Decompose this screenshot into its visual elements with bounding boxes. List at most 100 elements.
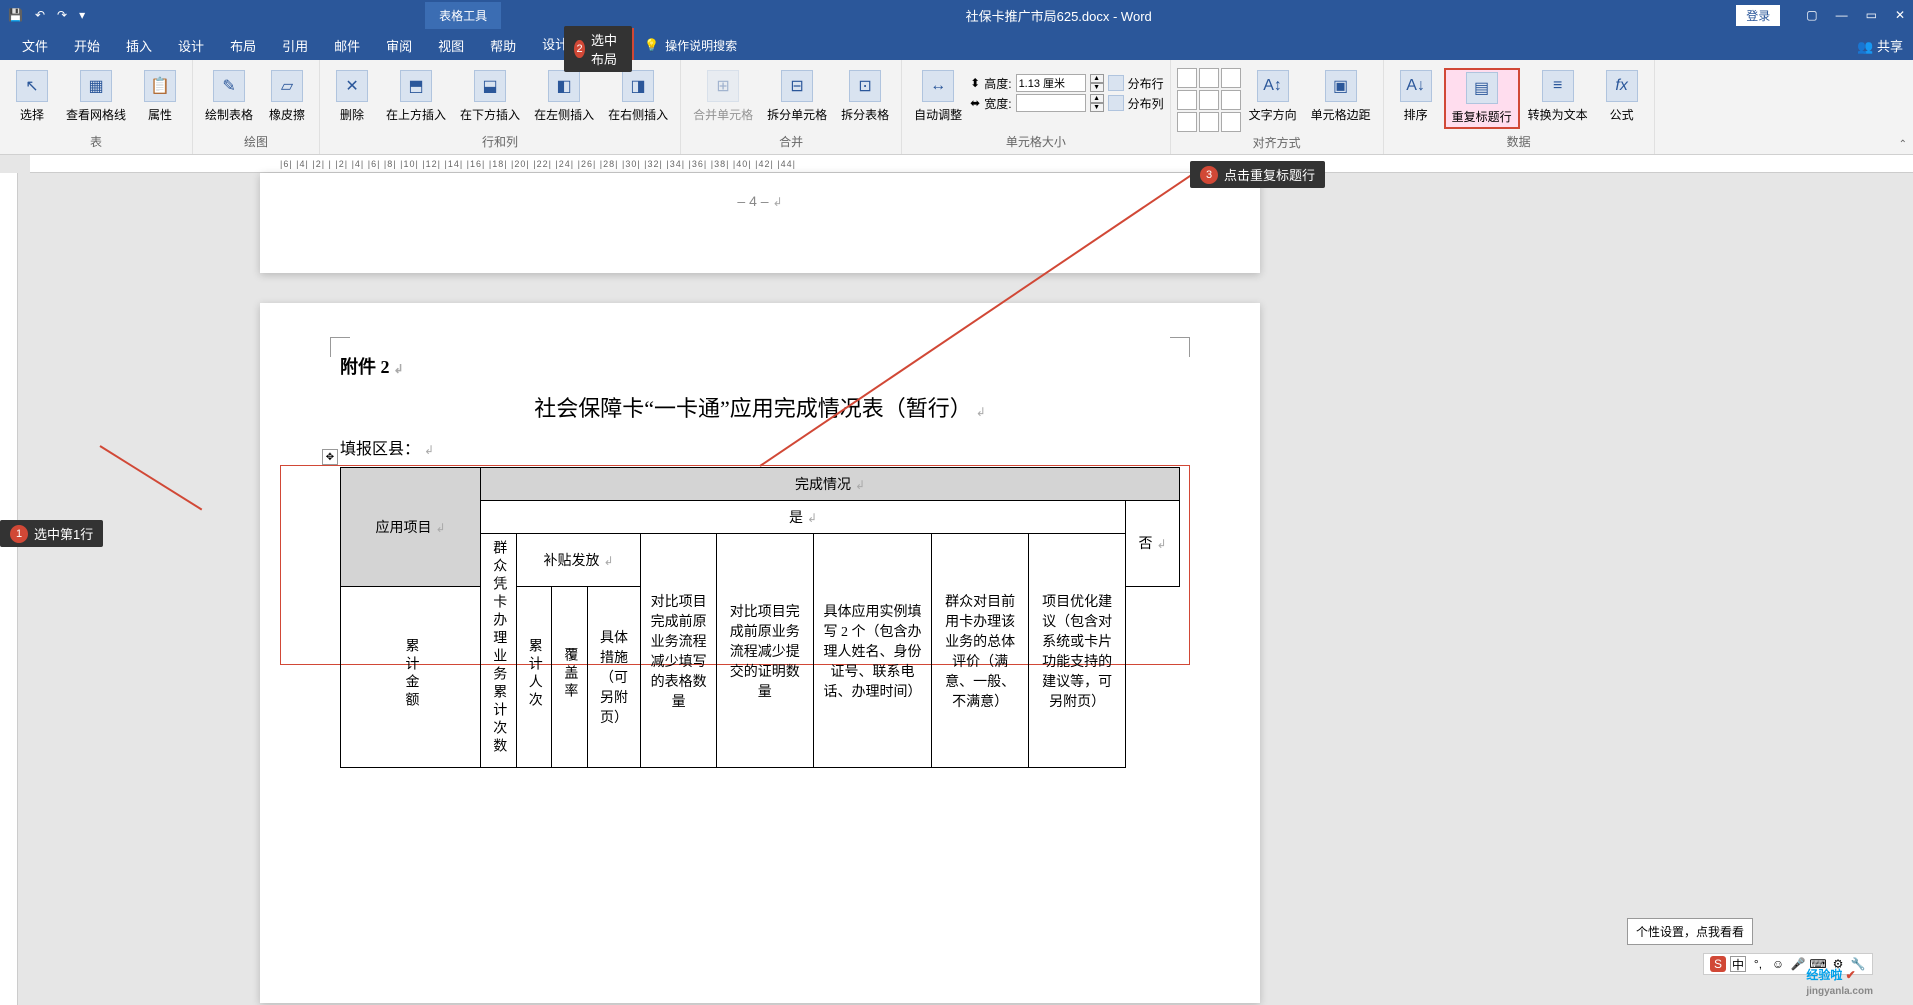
width-input[interactable] xyxy=(1016,94,1086,112)
ribbon-tabs: 文件 开始 插入 设计 布局 引用 邮件 审阅 视图 帮助 设计 布局 2 选中… xyxy=(0,30,1913,60)
close-icon[interactable]: ✕ xyxy=(1895,8,1905,22)
cell-margins-button[interactable]: ▣单元格边距 xyxy=(1305,68,1377,125)
formula-icon: fx xyxy=(1606,70,1638,102)
insert-left-icon: ◧ xyxy=(548,70,580,102)
align-mr[interactable] xyxy=(1221,90,1241,110)
align-bc[interactable] xyxy=(1199,112,1219,132)
insert-right-button[interactable]: ◨在右侧插入 xyxy=(602,68,674,125)
dist-cols-label[interactable]: 分布列 xyxy=(1128,95,1164,112)
align-br[interactable] xyxy=(1221,112,1241,132)
table-row[interactable]: 应用项目↲ 完成情况↲ xyxy=(341,468,1180,501)
tab-layout[interactable]: 布局 xyxy=(218,30,268,61)
save-icon[interactable]: 💾 xyxy=(8,8,23,22)
align-ml[interactable] xyxy=(1177,90,1197,110)
align-mc[interactable] xyxy=(1199,90,1219,110)
properties-icon: 📋 xyxy=(144,70,176,102)
tab-view[interactable]: 视图 xyxy=(426,30,476,61)
fill-county-line: 填报区县：↲ xyxy=(340,435,1180,459)
margin-corner-tl xyxy=(330,337,350,357)
gridlines-icon: ▦ xyxy=(80,70,112,102)
eraser-label: 橡皮擦 xyxy=(269,106,305,123)
tab-review[interactable]: 审阅 xyxy=(374,30,424,61)
ribbon-display-icon[interactable]: ▢ xyxy=(1806,8,1817,22)
align-tl[interactable] xyxy=(1177,68,1197,88)
minimize-icon[interactable]: — xyxy=(1836,8,1848,22)
ins-below-label: 在下方插入 xyxy=(460,106,520,123)
select-button[interactable]: ↖选择 xyxy=(6,68,58,125)
tab-mail[interactable]: 邮件 xyxy=(322,30,372,61)
margin-corner-tr xyxy=(1170,337,1190,357)
horizontal-ruler[interactable]: |6| |4| |2| | |2| |4| |6| |8| |10| |12| … xyxy=(30,155,1913,173)
align-bl[interactable] xyxy=(1177,112,1197,132)
tab-home[interactable]: 开始 xyxy=(62,30,112,61)
tab-design[interactable]: 设计 xyxy=(166,30,216,61)
annotation-arrow-1 xyxy=(99,445,202,510)
ime-emoji-icon[interactable]: ☺ xyxy=(1770,956,1786,972)
maximize-icon[interactable]: ▭ xyxy=(1866,8,1877,22)
align-tc[interactable] xyxy=(1199,68,1219,88)
formula-button[interactable]: fx公式 xyxy=(1596,68,1648,125)
repeat-header-button[interactable]: ▤重复标题行 xyxy=(1444,68,1520,129)
ins-right-label: 在右侧插入 xyxy=(608,106,668,123)
eraser-button[interactable]: ▱ 橡皮擦 xyxy=(261,68,313,125)
table-move-handle[interactable]: ✥ xyxy=(322,449,338,465)
draw-table-button[interactable]: ✎绘制表格 xyxy=(199,68,259,125)
view-gridlines-button[interactable]: ▦ 查看网格线 xyxy=(60,68,132,125)
split-table-button[interactable]: ⊡拆分表格 xyxy=(835,68,895,125)
window-buttons: 登录 ▢ — ▭ ✕ xyxy=(1736,5,1905,26)
height-spinner[interactable]: ▲▼ xyxy=(1090,74,1104,92)
tab-references[interactable]: 引用 xyxy=(270,30,320,61)
page-current[interactable]: 附件 2↲ 社会保障卡“一卡通”应用完成情况表（暂行）↲ 填报区县：↲ ✥ 应用… xyxy=(260,303,1260,1003)
insert-below-button[interactable]: ⬓在下方插入 xyxy=(454,68,526,125)
align-tr[interactable] xyxy=(1221,68,1241,88)
insert-left-button[interactable]: ◧在左侧插入 xyxy=(528,68,600,125)
col-reduce-proofs: 对比项目完成前原业务流程减少提交的证明数量 xyxy=(716,534,813,768)
delete-button[interactable]: ✕删除 xyxy=(326,68,378,125)
share-icon: 👥 xyxy=(1857,39,1873,54)
attachment-heading: 附件 2↲ xyxy=(340,353,1180,379)
insert-above-button[interactable]: ⬒在上方插入 xyxy=(380,68,452,125)
sort-button[interactable]: A↓排序 xyxy=(1390,68,1442,125)
vertical-ruler[interactable] xyxy=(0,173,18,1005)
data-table[interactable]: 应用项目↲ 完成情况↲ 是↲ 否↲ 群众凭卡办理业务累计次数 补贴发放↲ 对比项… xyxy=(340,467,1180,768)
tab-help[interactable]: 帮助 xyxy=(478,30,528,61)
eraser-icon: ▱ xyxy=(271,70,303,102)
width-spinner[interactable]: ▲▼ xyxy=(1090,94,1104,112)
undo-icon[interactable]: ↶ xyxy=(35,8,45,22)
properties-label: 属性 xyxy=(148,106,172,123)
col-subsidy: 补贴发放↲ xyxy=(516,534,641,587)
ribbon: ↖选择 ▦查看网格线 📋属性 表 ✎绘制表格 ▱橡皮擦 绘图 ✕删除 ⬒在上方插… xyxy=(0,60,1913,155)
split-cells-button[interactable]: ⊟拆分单元格 xyxy=(761,68,833,125)
tab-insert[interactable]: 插入 xyxy=(114,30,164,61)
group-table: ↖选择 ▦查看网格线 📋属性 表 xyxy=(0,60,193,154)
login-button[interactable]: 登录 xyxy=(1736,5,1780,26)
document-heading: 社会保障卡“一卡通”应用完成情况表（暂行）↲ xyxy=(340,391,1180,423)
convert-to-text-button[interactable]: ≡转换为文本 xyxy=(1522,68,1594,125)
callout-1-num: 1 xyxy=(10,525,28,543)
dist-rows-icon[interactable] xyxy=(1108,75,1124,91)
properties-button[interactable]: 📋 属性 xyxy=(134,68,186,125)
autofit-button[interactable]: ↔自动调整 xyxy=(908,68,968,125)
tab-file[interactable]: 文件 xyxy=(10,30,60,61)
text-dir-label: 文字方向 xyxy=(1249,106,1297,123)
text-direction-button[interactable]: A↕文字方向 xyxy=(1243,68,1303,125)
ime-mic-icon[interactable]: 🎤 xyxy=(1790,956,1806,972)
redo-icon[interactable]: ↷ xyxy=(57,8,67,22)
tell-me-search[interactable]: 💡 操作说明搜索 xyxy=(644,37,737,54)
callout-2-num: 2 xyxy=(574,40,585,58)
dist-rows-label[interactable]: 分布行 xyxy=(1128,75,1164,92)
tab-table-layout[interactable]: 布局 2 选中布局 xyxy=(580,28,634,63)
gridlines-label: 查看网格线 xyxy=(66,106,126,123)
height-input[interactable] xyxy=(1016,74,1086,92)
ime-mode[interactable]: 中 xyxy=(1730,956,1746,972)
personalization-tip[interactable]: 个性设置，点我看看 xyxy=(1627,918,1753,945)
dist-cols-icon[interactable] xyxy=(1108,95,1124,111)
group-draw: ✎绘制表格 ▱橡皮擦 绘图 xyxy=(193,60,320,154)
qat-dropdown-icon[interactable]: ▾ xyxy=(79,8,85,22)
col-measures: 具体措施（可另附页） xyxy=(587,586,641,767)
callout-3: 3 点击重复标题行 xyxy=(1190,161,1325,188)
ime-punct-icon[interactable]: °, xyxy=(1750,956,1766,972)
merge-label: 合并单元格 xyxy=(693,106,753,123)
share-button[interactable]: 👥 共享 xyxy=(1857,36,1903,55)
collapse-ribbon-icon[interactable]: ⌃ xyxy=(1899,139,1907,150)
